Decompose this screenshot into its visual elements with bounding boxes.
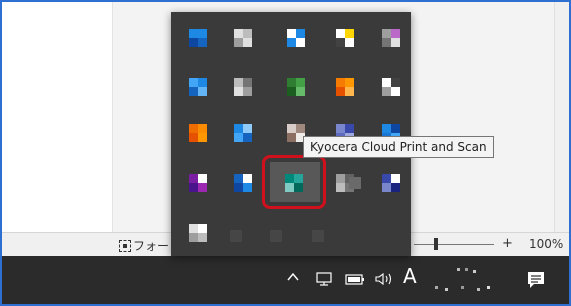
tray-app-icon-12[interactable] bbox=[234, 124, 252, 142]
tray-app-icon-faint-3[interactable] bbox=[312, 230, 324, 242]
zoom-in-button[interactable]: + bbox=[502, 236, 513, 251]
printer-icon[interactable] bbox=[189, 224, 207, 242]
chevron-up-icon[interactable] bbox=[286, 270, 300, 284]
tray-app-icon-9[interactable] bbox=[336, 78, 354, 96]
focus-label: フォー bbox=[133, 239, 170, 253]
tray-app-icon-16[interactable] bbox=[189, 174, 207, 192]
tray-app-icon-faint-1[interactable] bbox=[230, 230, 242, 242]
tray-app-icon-6[interactable] bbox=[189, 78, 207, 96]
tray-app-icon-17[interactable] bbox=[234, 174, 252, 192]
tray-app-icon-7[interactable] bbox=[234, 78, 252, 96]
tray-app-icon-faint-2[interactable] bbox=[270, 230, 282, 242]
zoom-level[interactable]: 100% bbox=[529, 237, 563, 251]
focus-mode-button[interactable]: フォー bbox=[119, 237, 169, 254]
focus-icon bbox=[119, 239, 131, 252]
left-pane bbox=[2, 2, 113, 232]
tooltip: Kyocera Cloud Print and Scan bbox=[303, 136, 494, 158]
tray-app-icon-2[interactable] bbox=[234, 29, 252, 47]
tray-app-icon-faint-4[interactable] bbox=[349, 177, 361, 189]
tray-app-icon-11[interactable] bbox=[189, 124, 207, 142]
taskbar: A bbox=[2, 256, 569, 304]
vertical-scrollbar[interactable] bbox=[554, 2, 569, 232]
ime-mode-indicator[interactable]: A bbox=[403, 264, 417, 288]
tray-app-icon-8[interactable] bbox=[287, 78, 305, 96]
clock-blurred[interactable] bbox=[427, 264, 507, 296]
tray-app-icon-3[interactable] bbox=[287, 29, 305, 47]
tray-app-icon-4[interactable] bbox=[336, 29, 354, 47]
tray-app-icon-1[interactable] bbox=[189, 29, 207, 47]
volume-icon[interactable] bbox=[374, 272, 394, 286]
red-highlight-box bbox=[262, 155, 326, 209]
tray-app-icon-5[interactable] bbox=[382, 29, 400, 47]
zoom-slider[interactable] bbox=[414, 244, 494, 245]
tray-app-icon-20[interactable] bbox=[382, 174, 400, 192]
battery-icon[interactable] bbox=[345, 272, 367, 286]
network-icon[interactable] bbox=[315, 272, 335, 286]
zoom-slider-thumb[interactable] bbox=[434, 238, 438, 250]
notification-icon[interactable] bbox=[524, 268, 548, 292]
tray-app-icon-10[interactable] bbox=[382, 78, 400, 96]
